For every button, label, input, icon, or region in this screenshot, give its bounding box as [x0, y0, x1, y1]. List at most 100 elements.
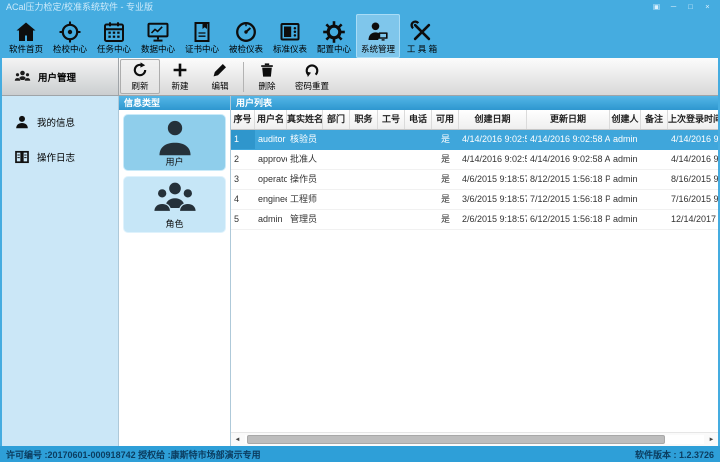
info-type-header: 信息类型	[119, 96, 230, 110]
theme-button[interactable]: ▣	[648, 1, 665, 12]
user-list-header: 用户列表	[231, 96, 718, 110]
status-bar: 许可编号 :20170601-000918742 授权给 :康斯特市场部演示专用…	[0, 446, 720, 462]
table-cell: 操作员	[287, 170, 323, 189]
action-label: 删除	[258, 80, 275, 92]
table-cell	[378, 130, 405, 149]
certificate-book-icon	[190, 18, 214, 44]
refresh-button[interactable]: 刷新	[120, 59, 160, 94]
toolbar-item-config-center[interactable]: 配置中心	[312, 14, 356, 58]
column-header[interactable]: 部门	[323, 110, 350, 129]
horizontal-scrollbar[interactable]: ◄ ►	[231, 432, 718, 446]
toolbar-item-data-center[interactable]: 数据中心	[136, 14, 180, 58]
toolbar-item-standard-instrument[interactable]: 标准仪表	[268, 14, 312, 58]
plus-icon	[172, 62, 188, 78]
table-cell: 4/14/2016 9:02:58 AM	[527, 130, 610, 149]
table-cell	[405, 170, 432, 189]
table-cell: 12/14/2017 4	[668, 210, 718, 229]
table-cell: engineer	[255, 190, 287, 209]
info-type-panel: 信息类型 用户 角色	[119, 96, 231, 446]
delete-button[interactable]: 删除	[247, 59, 287, 94]
toolbar-label: 数据中心	[141, 45, 175, 54]
table-cell: 3/6/2015 9:18:57 AM	[459, 190, 527, 209]
table-cell: 4/14/2016 9:02:58 AM	[527, 150, 610, 169]
toolbar-item-home[interactable]: 软件首页	[4, 14, 48, 58]
person-icon	[15, 115, 29, 129]
minimize-button[interactable]: ─	[665, 1, 682, 12]
toolbar-label: 任务中心	[97, 45, 131, 54]
sidebar-item-operation-log[interactable]: 操作日志	[2, 145, 118, 169]
table-row[interactable]: 4engineer工程师是3/6/2015 9:18:57 AM7/12/201…	[231, 190, 718, 210]
table-cell	[323, 210, 350, 229]
edit-button[interactable]: 编辑	[200, 59, 240, 94]
info-type-role-button[interactable]: 角色	[123, 176, 226, 233]
new-button[interactable]: 新建	[160, 59, 200, 94]
title-bar: ACal压力检定/校准系统软件 - 专业版 ▣ ─ □ ×	[2, 0, 718, 14]
group-silhouette-icon	[152, 177, 198, 219]
table-cell: 4/14/2016 9:0	[668, 150, 718, 169]
table-cell: admin	[610, 130, 641, 149]
table-cell: 管理员	[287, 210, 323, 229]
column-header[interactable]: 备注	[641, 110, 668, 129]
target-icon	[58, 18, 82, 44]
toolbar-label: 标准仪表	[273, 45, 307, 54]
table-row[interactable]: 1auditor核验员是4/14/2016 9:02:58 AM4/14/201…	[231, 130, 718, 150]
toolbar-item-device-under-test[interactable]: 被检仪表	[224, 14, 268, 58]
user-table: 序号 用户名 真实姓名 部门 职务 工号 电话 可用 创建日期 更新日期 创建人…	[231, 110, 718, 230]
app-window: ACal压力检定/校准系统软件 - 专业版 ▣ ─ □ × 软件首页 检校中心 …	[0, 0, 720, 462]
table-cell	[641, 190, 668, 209]
toolbar-item-certificate-center[interactable]: 证书中心	[180, 14, 224, 58]
toolbar-item-toolbox[interactable]: 工 具 箱	[400, 14, 444, 58]
action-label: 编辑	[211, 80, 228, 92]
toolbar-label: 被检仪表	[229, 45, 263, 54]
toolbar-label: 工 具 箱	[407, 45, 437, 54]
toolbar-item-system-management[interactable]: 系统管理	[356, 14, 400, 58]
column-header[interactable]: 职务	[350, 110, 378, 129]
scroll-right-arrow[interactable]: ►	[705, 433, 718, 446]
scrollbar-thumb[interactable]	[247, 435, 665, 444]
info-type-user-button[interactable]: 用户	[123, 114, 226, 171]
maximize-button[interactable]: □	[682, 1, 699, 12]
column-header[interactable]: 工号	[378, 110, 405, 129]
column-header[interactable]: 上次登录时间	[668, 110, 718, 129]
reset-arrow-icon	[304, 62, 320, 78]
column-header[interactable]: 更新日期	[527, 110, 610, 129]
toolbar-item-task-center[interactable]: 任务中心	[92, 14, 136, 58]
table-cell: 8/16/2015 9:0	[668, 170, 718, 189]
table-row[interactable]: 2approver批准人是4/14/2016 9:02:58 AM4/14/20…	[231, 150, 718, 170]
table-body: 1auditor核验员是4/14/2016 9:02:58 AM4/14/201…	[231, 130, 718, 230]
table-cell: 1	[231, 130, 255, 149]
scrollbar-track[interactable]	[245, 435, 704, 444]
table-cell	[641, 170, 668, 189]
toolbar-item-calibration-center[interactable]: 检校中心	[48, 14, 92, 58]
journal-icon	[15, 150, 29, 164]
table-cell	[378, 210, 405, 229]
module-tab-user-management[interactable]: 用户管理	[2, 58, 119, 95]
info-type-label: 角色	[165, 219, 183, 230]
table-row[interactable]: 5admin管理员是2/6/2015 9:18:57 AM6/12/2015 1…	[231, 210, 718, 230]
column-header[interactable]: 创建日期	[459, 110, 527, 129]
info-type-body: 用户 角色	[119, 110, 230, 446]
gauge-icon	[234, 18, 258, 44]
password-reset-button[interactable]: 密码重置	[287, 59, 337, 94]
sidebar-item-my-info[interactable]: 我的信息	[2, 110, 118, 134]
gear-icon	[322, 18, 346, 44]
table-cell	[405, 130, 432, 149]
table-row[interactable]: 3operator操作员是4/6/2015 9:18:57 AM8/12/201…	[231, 170, 718, 190]
column-header[interactable]: 真实姓名	[287, 110, 323, 129]
column-header[interactable]: 序号	[231, 110, 255, 129]
action-label: 密码重置	[295, 80, 329, 92]
column-header[interactable]: 可用	[432, 110, 459, 129]
tools-icon	[410, 18, 434, 44]
column-header[interactable]: 用户名	[255, 110, 287, 129]
content-area: 我的信息 操作日志 信息类型 用户	[2, 96, 718, 446]
trash-icon	[259, 62, 275, 78]
users-group-icon	[14, 70, 31, 83]
toolbar-label: 系统管理	[361, 45, 395, 54]
table-cell	[378, 150, 405, 169]
scroll-left-arrow[interactable]: ◄	[231, 433, 244, 446]
column-header[interactable]: 电话	[405, 110, 432, 129]
close-button[interactable]: ×	[699, 1, 716, 12]
table-cell	[405, 150, 432, 169]
action-buttons: 刷新 新建 编辑 删除	[119, 58, 337, 95]
column-header[interactable]: 创建人	[610, 110, 641, 129]
